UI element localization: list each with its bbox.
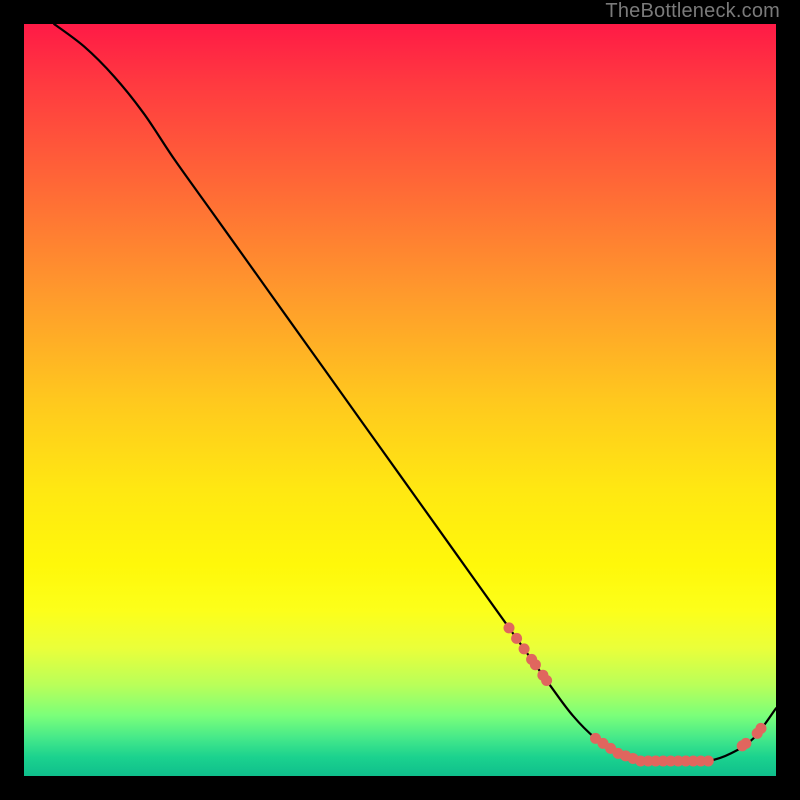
data-point bbox=[504, 622, 515, 633]
data-point bbox=[703, 756, 714, 767]
curve-line bbox=[54, 24, 776, 762]
curve-markers bbox=[504, 622, 767, 766]
chart-stage: TheBottleneck.com bbox=[0, 0, 800, 800]
attribution-label: TheBottleneck.com bbox=[605, 0, 780, 23]
chart-overlay bbox=[24, 24, 776, 776]
data-point bbox=[511, 633, 522, 644]
data-point bbox=[530, 659, 541, 670]
data-point bbox=[756, 723, 767, 734]
data-point bbox=[541, 675, 552, 686]
data-point bbox=[519, 643, 530, 654]
plot-area bbox=[24, 24, 776, 776]
data-point bbox=[740, 738, 751, 749]
